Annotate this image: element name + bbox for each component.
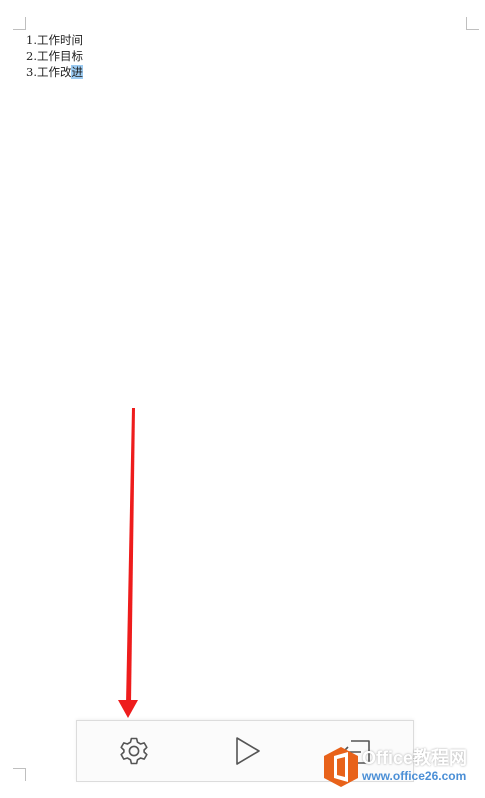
watermark-title: Office教程网 (362, 748, 468, 768)
red-arrow-icon (118, 408, 138, 718)
play-icon (236, 737, 260, 765)
watermark: Office教程网 www.office26.com (322, 746, 482, 790)
settings-button[interactable] (114, 731, 154, 771)
gear-icon (120, 737, 148, 765)
watermark-url: www.office26.com (362, 769, 467, 783)
office-logo-icon (324, 747, 358, 787)
play-button[interactable] (226, 731, 266, 771)
